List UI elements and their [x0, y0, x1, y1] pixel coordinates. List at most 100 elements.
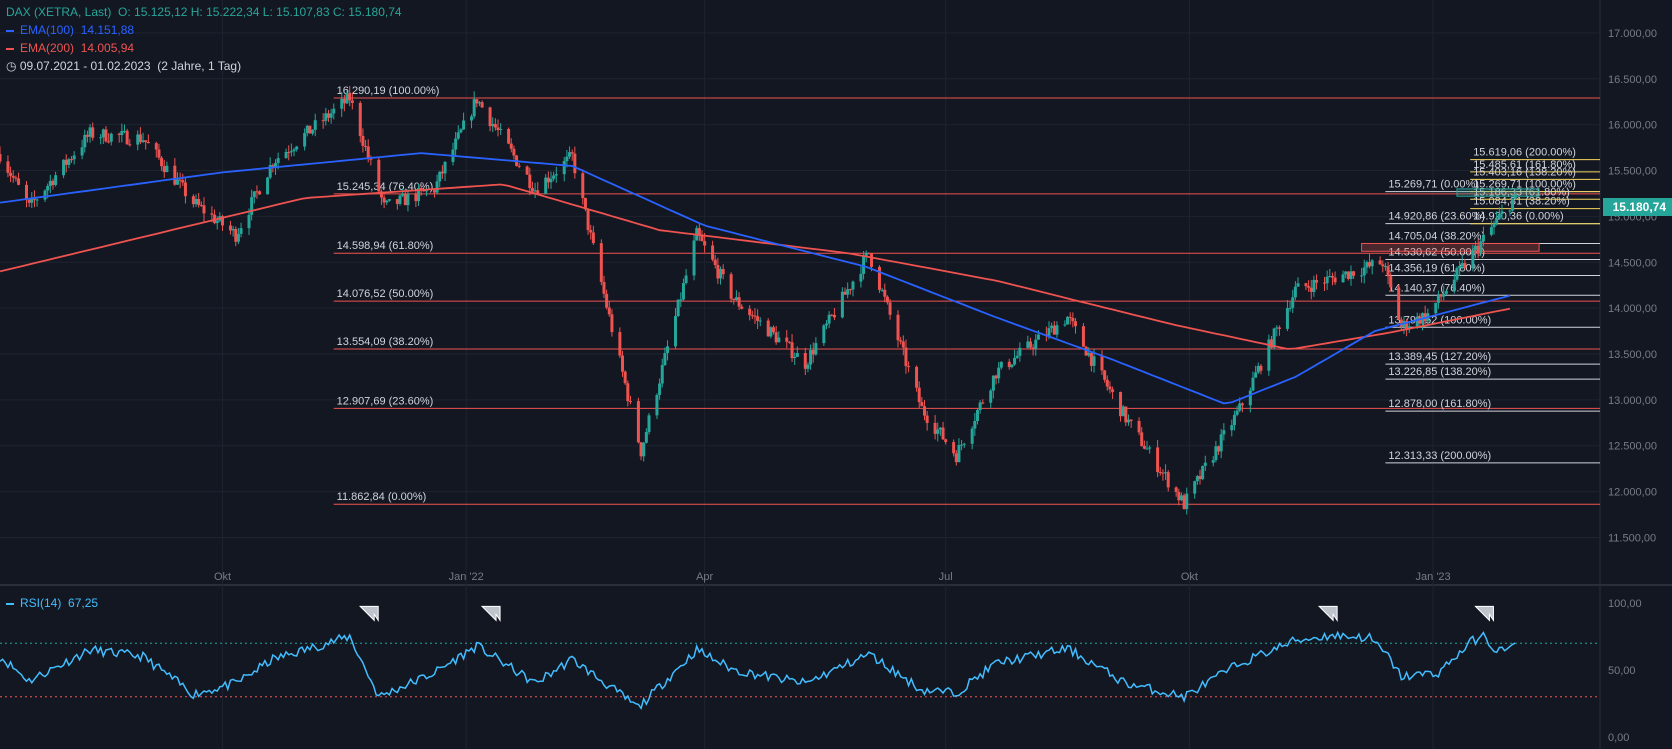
candle [1323, 282, 1327, 284]
candle [528, 174, 532, 189]
ema200-label[interactable]: EMA(200) [20, 41, 74, 55]
candle [748, 308, 752, 316]
candle [1193, 481, 1197, 494]
candle [1185, 493, 1189, 510]
price-tick-label: 13.500,00 [1608, 349, 1657, 361]
candle [366, 146, 370, 158]
candle [769, 327, 773, 337]
candle [1312, 279, 1316, 292]
candle [1492, 223, 1496, 228]
candle [785, 337, 789, 342]
chart-canvas[interactable]: 11.500,00 12.000,00 12.500,00 13.000,00 13.5… [0, 0, 1672, 749]
candle [570, 152, 574, 154]
candle [679, 299, 683, 301]
candle [1214, 446, 1218, 461]
fib-ext-label: 14.705,04 (38.20%) [1388, 230, 1485, 242]
candle [160, 157, 164, 167]
candle [1156, 447, 1160, 472]
candle [809, 350, 813, 365]
candle [236, 233, 240, 242]
candle [1442, 293, 1446, 297]
candle [456, 132, 460, 139]
candle [787, 341, 791, 343]
candle [273, 162, 277, 167]
candle [1124, 406, 1128, 423]
candle [231, 228, 235, 231]
ohlc-readout: O: 15.125,12 H: 15.222,34 L: 15.107,83 C… [118, 5, 402, 19]
candle [1092, 356, 1096, 366]
candle [462, 120, 466, 130]
candle [1071, 317, 1075, 322]
candle [324, 113, 328, 121]
period-label: (2 Jahre, 1 Tag) [157, 59, 242, 73]
candle [1161, 472, 1165, 474]
ema100-value: 14.151,88 [80, 23, 135, 37]
clock-icon: ◷ [6, 59, 17, 73]
fib-level-label: 13.554,09 (38.20%) [337, 336, 434, 348]
rsi-label[interactable]: RSI(14) [20, 596, 61, 610]
symbol-label[interactable]: DAX (XETRA, Last) [6, 5, 111, 19]
fib-ext-label: 14.140,37 (76.40%) [1388, 282, 1485, 294]
candle [239, 228, 243, 234]
arrow-down-icon [480, 605, 501, 623]
ema100-label[interactable]: EMA(100) [20, 23, 74, 37]
fib-target-label: 15.403,16 (138.20%) [1473, 166, 1576, 178]
candle [1211, 460, 1215, 463]
candle [1238, 403, 1242, 411]
candle [1386, 266, 1390, 277]
candle [941, 427, 945, 440]
candle [610, 314, 614, 333]
candle [1497, 214, 1501, 219]
chart-legend: DAX (XETRA, Last) O: 15.125,12 H: 15.222… [6, 4, 402, 74]
time-tick-label: Jan '22 [449, 571, 484, 583]
candle [144, 140, 148, 142]
candle [666, 346, 670, 354]
candle [795, 352, 799, 357]
candle [250, 197, 254, 215]
candle [432, 190, 436, 193]
candle [568, 152, 572, 157]
candle [1333, 277, 1337, 283]
candle [851, 281, 855, 290]
candle [811, 350, 815, 355]
fib-level-label: 12.907,69 (23.60%) [337, 395, 434, 407]
candle [435, 181, 439, 193]
candle [1018, 347, 1022, 356]
candle [843, 291, 847, 295]
candle [1277, 327, 1281, 329]
candle [901, 341, 905, 348]
candle [385, 200, 389, 203]
candle [1089, 352, 1093, 366]
candle [342, 98, 346, 104]
candle [1066, 316, 1070, 325]
candle [104, 129, 108, 142]
candle [1028, 341, 1032, 348]
candle [1164, 472, 1168, 474]
candle [292, 149, 296, 152]
candle [499, 128, 503, 131]
candle [305, 125, 309, 134]
candle [496, 127, 500, 131]
candle [162, 166, 166, 173]
candle [295, 146, 299, 150]
candle [917, 387, 921, 403]
candle [954, 453, 958, 463]
candle [938, 427, 942, 430]
candle [1309, 287, 1313, 292]
candle [1368, 262, 1372, 267]
candle [1452, 279, 1456, 292]
candle [117, 133, 121, 136]
candle [17, 178, 21, 185]
candle [175, 179, 179, 185]
candle [1026, 341, 1030, 348]
price-tick-label: 16.500,00 [1608, 74, 1657, 86]
candle [626, 383, 630, 402]
candle [107, 141, 111, 143]
candle [141, 140, 145, 143]
candle [655, 394, 659, 416]
candle [806, 364, 810, 369]
candle [618, 332, 622, 356]
arrow-down-icon [1474, 605, 1494, 623]
candle [491, 123, 495, 127]
candle [0, 154, 2, 162]
